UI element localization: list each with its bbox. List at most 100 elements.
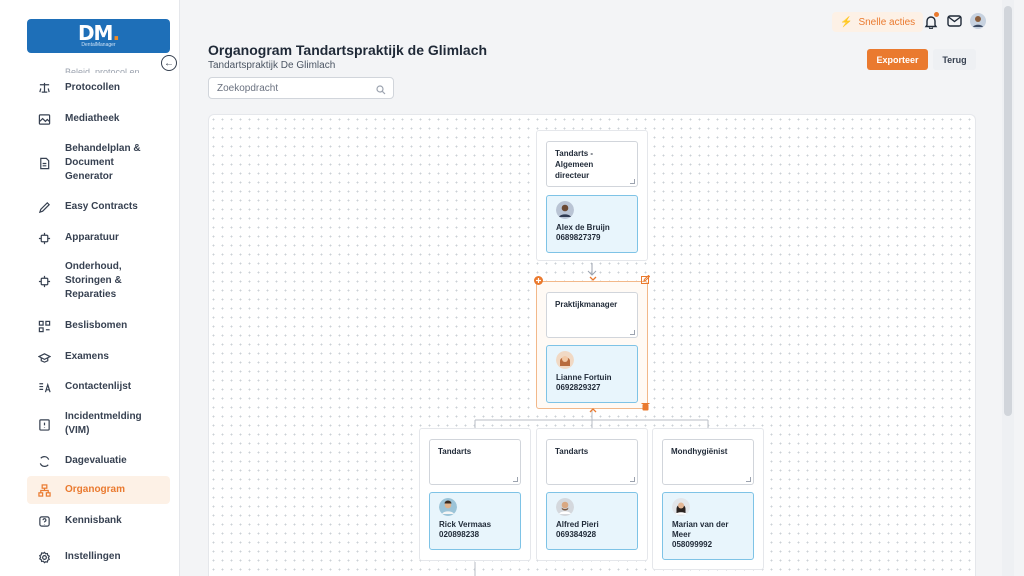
sidebar-nav: Protocollen Mediatheek Behandelplan & Do… — [27, 75, 170, 572]
graduation-cap-icon — [37, 350, 51, 364]
sidebar-item-label: Kennisbank — [65, 515, 122, 526]
chip-icon — [37, 231, 51, 245]
help-icon — [37, 514, 51, 528]
sidebar-item-incidentmelding[interactable]: Incidentmelding (VIM) — [27, 402, 170, 446]
document-icon — [37, 156, 51, 170]
person-name: Rick Vermaas — [439, 520, 492, 529]
protocol-icon — [37, 81, 51, 95]
org-node-hygienist[interactable]: Mondhygiënist Marian van der Meer 058099… — [652, 428, 764, 570]
page-scrollbar[interactable] — [1002, 0, 1014, 576]
chevron-down-icon[interactable] — [588, 274, 598, 284]
sidebar-item-protocollen[interactable]: Protocollen — [27, 75, 170, 100]
sidebar-item-label: Organogram — [65, 484, 126, 495]
role-label: Praktijkmanager — [555, 300, 618, 309]
topbar: ⚡ Snelle acties — [180, 0, 1002, 42]
avatar — [672, 498, 690, 516]
app-logo[interactable]: DM. DentalManager — [27, 19, 170, 53]
resize-handle[interactable] — [630, 477, 635, 482]
avatar — [556, 498, 574, 516]
refresh-icon — [37, 454, 51, 468]
edit-icon[interactable] — [640, 274, 650, 284]
sidebar-item-easy-contracts[interactable]: Easy Contracts — [27, 192, 170, 222]
trash-icon[interactable] — [640, 401, 650, 411]
sidebar-item-beslisbomen[interactable]: Beslisbomen — [27, 310, 170, 342]
person-card[interactable]: Rick Vermaas 020898238 — [429, 492, 521, 550]
resize-handle[interactable] — [513, 477, 518, 482]
sidebar-item-label: Behandelplan & Document Generator — [65, 143, 141, 182]
org-node-manager[interactable]: Praktijkmanager Lianne Fortuin 069282932… — [536, 281, 648, 409]
sidebar-item-behandelplan[interactable]: Behandelplan & Document Generator — [27, 134, 170, 192]
org-node-director[interactable]: Tandarts - Algemeen directeur Alex de Br… — [536, 130, 648, 261]
sidebar-item-apparatuur[interactable]: Apparatuur — [27, 222, 170, 254]
role-field[interactable]: Mondhygiënist — [662, 439, 754, 485]
gear-icon — [37, 550, 51, 564]
chevron-up-icon[interactable] — [588, 405, 598, 415]
org-node-dentist-2[interactable]: Tandarts Alfred Pieri 069384928 — [536, 428, 648, 561]
logo-mark: DM. — [77, 21, 120, 45]
role-field[interactable]: Tandarts - Algemeen directeur — [546, 141, 638, 187]
role-label: Tandarts - Algemeen directeur — [555, 149, 594, 180]
page-subtitle: Tandartspraktijk De Glimlach — [208, 60, 336, 71]
sidebar-item-label: Onderhoud, Storingen & Reparaties — [65, 261, 122, 300]
person-card[interactable]: Alfred Pieri 069384928 — [546, 492, 638, 550]
person-phone: 0692829327 — [556, 383, 601, 392]
decision-tree-icon — [37, 319, 51, 333]
image-icon — [37, 112, 51, 126]
role-label: Tandarts — [555, 447, 589, 456]
bell-icon[interactable] — [922, 12, 940, 30]
sidebar-item-label: Apparatuur — [65, 232, 119, 243]
resize-handle[interactable] — [630, 330, 635, 335]
person-card[interactable]: Alex de Bruijn 0689827379 — [546, 195, 638, 253]
role-label: Mondhygiënist — [671, 447, 728, 456]
sidebar-item-contactenlijst[interactable]: Contactenlijst — [27, 372, 170, 402]
mail-icon[interactable] — [945, 12, 963, 30]
sidebar-item-onderhoud[interactable]: Onderhoud, Storingen & Reparaties — [27, 254, 170, 308]
person-card[interactable]: Marian van der Meer 058099992 — [662, 492, 754, 560]
export-button[interactable]: Exporteer — [867, 49, 928, 70]
person-name: Lianne Fortuin — [556, 373, 612, 382]
person-phone: 069384928 — [556, 530, 597, 539]
lightning-icon: ⚡ — [840, 16, 853, 28]
sidebar-item-label: Mediatheek — [65, 113, 120, 124]
collapse-sidebar-icon[interactable]: ← — [161, 55, 177, 71]
alert-icon — [37, 417, 51, 431]
add-node-icon[interactable] — [533, 275, 543, 285]
org-chart-icon — [37, 483, 51, 497]
sidebar-item-cut-label: Beleid, protocol en — [65, 67, 140, 73]
person-name: Alex de Bruijn — [556, 223, 610, 232]
user-avatar[interactable] — [969, 12, 987, 30]
search-input[interactable] — [208, 77, 394, 99]
contacts-icon — [37, 380, 51, 394]
org-node-dentist-1[interactable]: Tandarts Rick Vermaas 020898238 — [419, 428, 531, 561]
sidebar-item-kennisbank[interactable]: Kennisbank — [27, 506, 170, 536]
org-chart-canvas[interactable]: Tandarts - Algemeen directeur Alex de Br… — [208, 114, 976, 576]
quick-actions-label: Snelle acties — [858, 16, 916, 28]
sidebar-item-label: Incidentmelding (VIM) — [65, 411, 142, 436]
quick-actions-button[interactable]: ⚡ Snelle acties — [832, 12, 924, 32]
sidebar-item-dagevaluatie[interactable]: Dagevaluatie — [27, 446, 170, 476]
back-button[interactable]: Terug — [933, 49, 976, 70]
pen-icon — [37, 200, 51, 214]
sidebar-item-mediatheek[interactable]: Mediatheek — [27, 104, 170, 134]
role-field[interactable]: Tandarts — [546, 439, 638, 485]
logo-subtitle: DentalManager — [81, 42, 116, 48]
sidebar-item-instellingen[interactable]: Instellingen — [27, 542, 170, 572]
avatar — [556, 351, 574, 369]
sidebar-item-label: Beslisbomen — [65, 320, 128, 331]
sidebar-item-organogram[interactable]: Organogram — [27, 476, 170, 504]
person-phone: 058099992 — [672, 540, 713, 549]
person-phone: 020898238 — [439, 530, 480, 539]
sidebar-item-label: Dagevaluatie — [65, 455, 127, 466]
resize-handle[interactable] — [746, 477, 751, 482]
resize-handle[interactable] — [630, 179, 635, 184]
sidebar-item-label: Examens — [65, 351, 109, 362]
sidebar-item-examens[interactable]: Examens — [27, 342, 170, 372]
role-field[interactable]: Tandarts — [429, 439, 521, 485]
person-name: Marian van der Meer — [672, 520, 729, 539]
role-label: Tandarts — [438, 447, 472, 456]
person-card[interactable]: Lianne Fortuin 0692829327 — [546, 345, 638, 403]
avatar — [439, 498, 457, 516]
avatar — [556, 201, 574, 219]
role-field[interactable]: Praktijkmanager — [546, 292, 638, 338]
scrollbar-thumb[interactable] — [1004, 6, 1012, 416]
